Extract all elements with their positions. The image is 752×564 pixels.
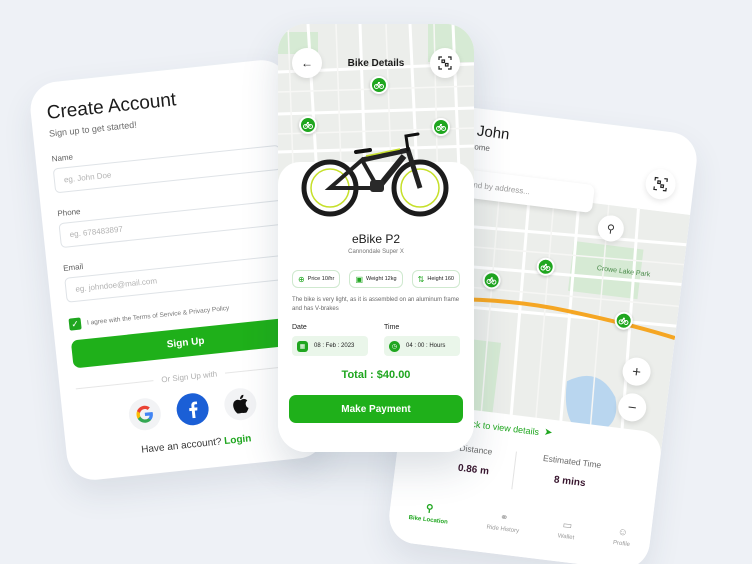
price-icon: ⊕	[298, 274, 305, 284]
total-price: Total : $40.00	[341, 369, 411, 381]
make-payment-button[interactable]: Make Payment	[289, 395, 463, 423]
minus-icon: −	[626, 398, 638, 417]
bike-pin[interactable]	[370, 76, 388, 94]
time-value: 04 : 00 : Hours	[406, 343, 446, 349]
google-button[interactable]	[127, 396, 163, 432]
terms-checkbox[interactable]: ✓	[68, 317, 82, 331]
plus-icon: +	[631, 362, 642, 381]
time-picker[interactable]: ◷ 04 : 00 : Hours	[384, 336, 460, 356]
bike-icon	[618, 317, 629, 326]
apple-button[interactable]	[222, 386, 258, 422]
spec-list: ⊕ Price 10/hr ▣ Weight 12kg ⇅ Height 160	[292, 270, 460, 288]
nav-profile[interactable]: ☺ Profile	[612, 526, 632, 549]
spec-label: Height 160	[427, 276, 454, 282]
nav-label: Wallet	[557, 533, 575, 542]
bike-icon: ⚭	[499, 512, 509, 525]
calendar-icon: ▦	[297, 340, 308, 352]
login-link[interactable]: Login	[224, 433, 252, 447]
spec-label: Weight 12kg	[366, 276, 397, 282]
spec-label: Price 10/hr	[307, 276, 335, 282]
or-label: Or Sign Up with	[160, 369, 218, 385]
weight-spec: ▣ Weight 12kg	[349, 270, 403, 288]
nav-ride-history[interactable]: ⚭ Ride History	[486, 511, 521, 535]
bike-icon	[374, 82, 384, 89]
bike-details-screen: ← Bike Details eBike P2 Cannondale Super…	[278, 24, 474, 452]
facebook-button[interactable]	[175, 391, 211, 427]
scan-icon	[653, 176, 668, 192]
scan-button[interactable]	[430, 48, 460, 78]
location-icon: ⚲	[425, 503, 434, 515]
wallet-icon: ▭	[561, 519, 573, 532]
apple-icon	[233, 394, 249, 414]
bike-icon	[540, 263, 551, 272]
terms-label: I agree with the Terms of Service & Priv…	[86, 304, 230, 327]
locate-pin-icon: ⚲	[606, 222, 616, 236]
price-spec: ⊕ Price 10/hr	[292, 270, 341, 288]
have-account-label: Have an account?	[140, 436, 223, 456]
bike-name: eBike P2	[351, 232, 401, 246]
distance-value: 0.86 m	[457, 462, 490, 478]
google-icon	[136, 405, 153, 423]
search-placeholder: Find by address...	[466, 179, 531, 196]
nav-label: Profile	[612, 540, 631, 549]
facebook-icon	[189, 401, 198, 419]
clock-icon: ◷	[389, 340, 400, 352]
scan-button[interactable]	[643, 167, 678, 201]
nav-wallet[interactable]: ▭ Wallet	[557, 519, 576, 541]
date-label: Date	[292, 324, 307, 331]
stat-divider	[511, 451, 517, 490]
date-value: 08 : Feb : 2023	[314, 343, 355, 349]
scan-icon	[438, 56, 452, 70]
estimated-time-value: 8 mins	[553, 474, 587, 490]
nav-label: Ride History	[486, 524, 520, 535]
bike-icon	[486, 277, 497, 285]
estimated-time-label: Estimated Time	[542, 452, 602, 471]
bike-description: The bike is very light, as it is assembl…	[292, 297, 460, 312]
weight-icon: ▣	[355, 274, 364, 284]
date-picker[interactable]: ▦ 08 : Feb : 2023	[292, 336, 368, 356]
nav-bike-location[interactable]: ⚲ Bike Location	[408, 501, 449, 526]
send-arrow-icon: ➤	[543, 426, 554, 439]
profile-icon: ☺	[617, 526, 629, 539]
time-label: Time	[384, 324, 400, 331]
bottom-nav: ⚲ Bike Location ⚭ Ride History ▭ Wallet …	[389, 499, 651, 551]
nav-label: Bike Location	[408, 514, 449, 526]
social-buttons	[78, 381, 308, 437]
bike-model: Cannondale Super X	[348, 249, 404, 255]
height-spec: ⇅ Height 160	[411, 270, 460, 288]
view-details-link[interactable]: Click to view details ➤	[460, 417, 554, 439]
ebike-image	[301, 132, 449, 217]
height-icon: ⇅	[417, 274, 425, 284]
